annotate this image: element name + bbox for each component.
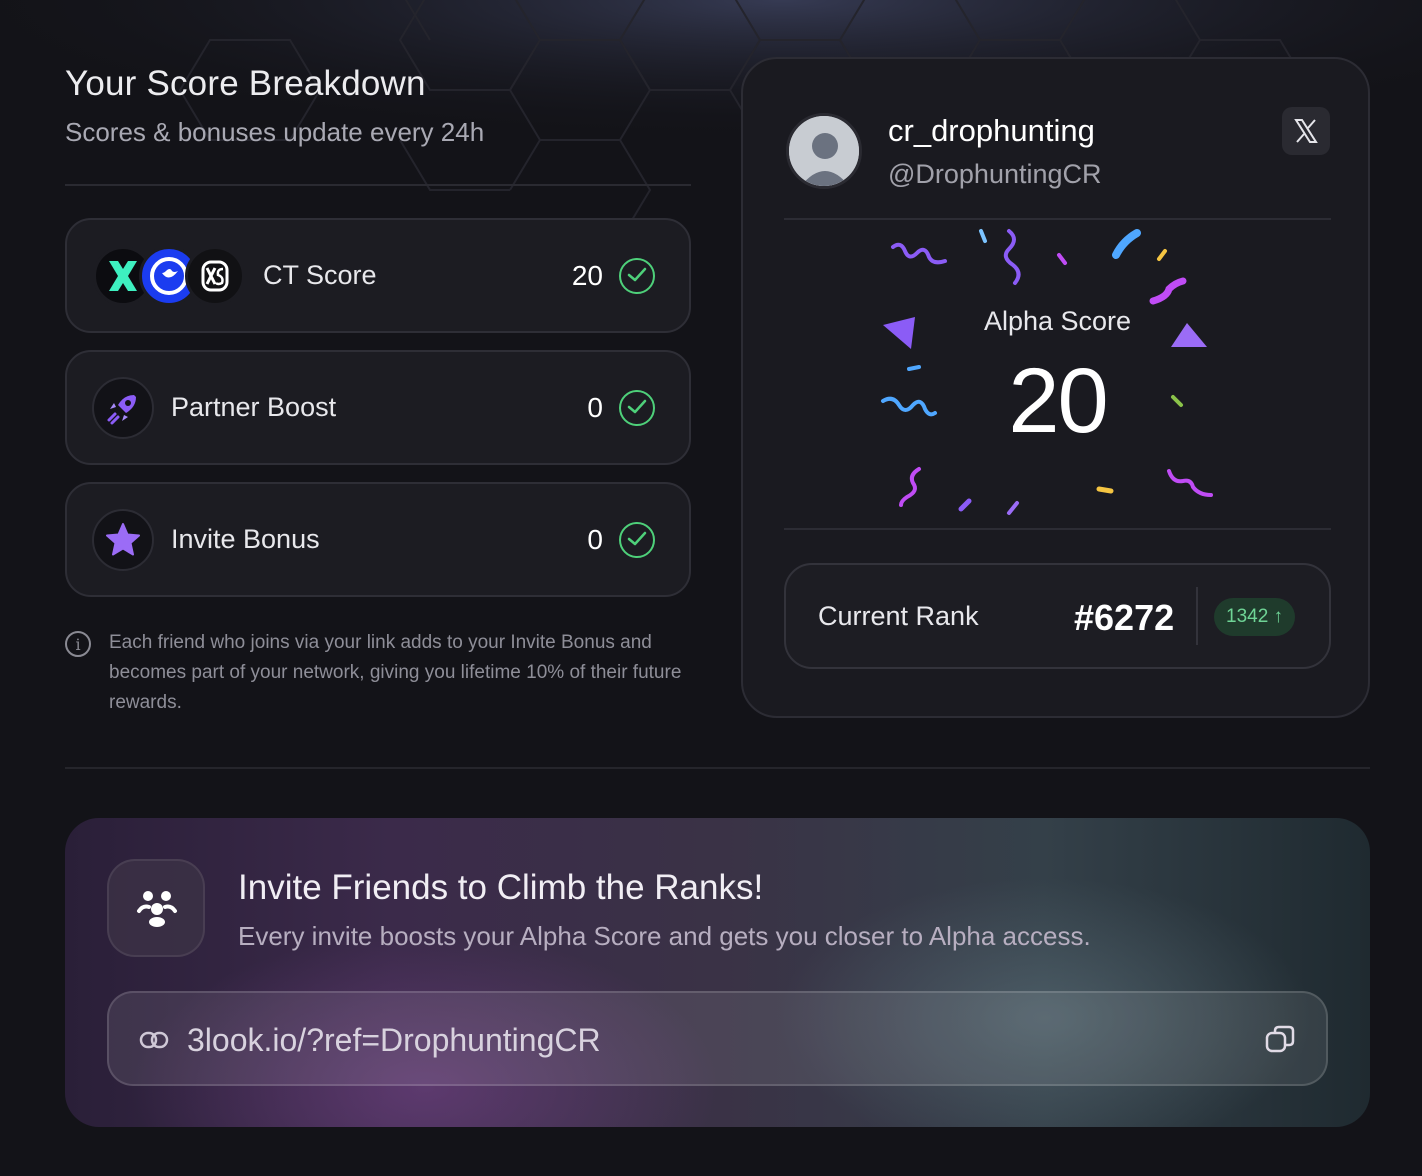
copy-icon[interactable] xyxy=(1264,1023,1296,1055)
current-rank-panel: Current Rank #6272 1342 ↑ xyxy=(784,563,1331,669)
users-icon xyxy=(107,859,205,957)
rank-change-badge: 1342 ↑ xyxy=(1214,598,1296,636)
x-brand-icon xyxy=(1294,119,1318,143)
breakdown-subtitle: Scores & bonuses update every 24h xyxy=(65,117,485,147)
invite-bonus-label: Invite Bonus xyxy=(171,524,320,554)
check-icon xyxy=(619,258,655,294)
info-text: Each friend who joins via your link adds… xyxy=(109,632,682,713)
check-icon xyxy=(619,390,655,426)
section-divider xyxy=(65,767,1370,769)
invite-bonus-value: 0 xyxy=(587,524,603,555)
alpha-score-label: Alpha Score xyxy=(983,306,1132,336)
invite-banner: Invite Friends to Climb the Ranks! Every… xyxy=(65,818,1370,1127)
ct-score-value: 20 xyxy=(571,260,603,291)
referral-link-field[interactable]: 3look.io/?ref=DrophuntingCR xyxy=(107,991,1328,1086)
divider xyxy=(784,528,1331,530)
avatar xyxy=(786,113,862,189)
partner-boost-label: Partner Boost xyxy=(171,392,337,422)
rocket-icon xyxy=(92,377,154,439)
invite-title: Invite Friends to Climb the Ranks! xyxy=(238,868,764,907)
x-profile-button[interactable] xyxy=(1282,107,1330,155)
divider xyxy=(1196,587,1198,645)
info-icon: i xyxy=(65,631,91,657)
user-handle: @DrophuntingCR xyxy=(888,159,1102,189)
alpha-score-value: 20 xyxy=(1008,350,1108,452)
divider xyxy=(65,184,691,186)
check-icon xyxy=(619,522,655,558)
ct-logos xyxy=(93,246,245,308)
score-breakdown-panel: Your Score Breakdown Scores & bonuses up… xyxy=(65,60,691,713)
username: cr_drophunting xyxy=(888,113,1095,148)
xs-logo-icon xyxy=(185,246,245,306)
ct-score-card: CT Score 20 xyxy=(65,218,691,333)
rank-label: Current Rank xyxy=(818,601,979,631)
partner-boost-card: Partner Boost 0 xyxy=(65,350,691,465)
profile-card: cr_drophunting @DrophuntingCR Alpha Scor… xyxy=(741,57,1370,718)
invite-bonus-card: Invite Bonus 0 xyxy=(65,482,691,597)
referral-link-text[interactable]: 3look.io/?ref=DrophuntingCR xyxy=(187,1022,601,1059)
invite-subtitle: Every invite boosts your Alpha Score and… xyxy=(238,921,1091,951)
partner-boost-value: 0 xyxy=(587,392,603,423)
rank-value: #6272 xyxy=(1074,597,1175,638)
star-icon xyxy=(92,509,154,571)
breakdown-title: Your Score Breakdown xyxy=(65,64,426,103)
page: Your Score Breakdown Scores & bonuses up… xyxy=(0,0,1422,1176)
link-icon xyxy=(139,1031,169,1049)
ct-score-label: CT Score xyxy=(263,260,377,290)
